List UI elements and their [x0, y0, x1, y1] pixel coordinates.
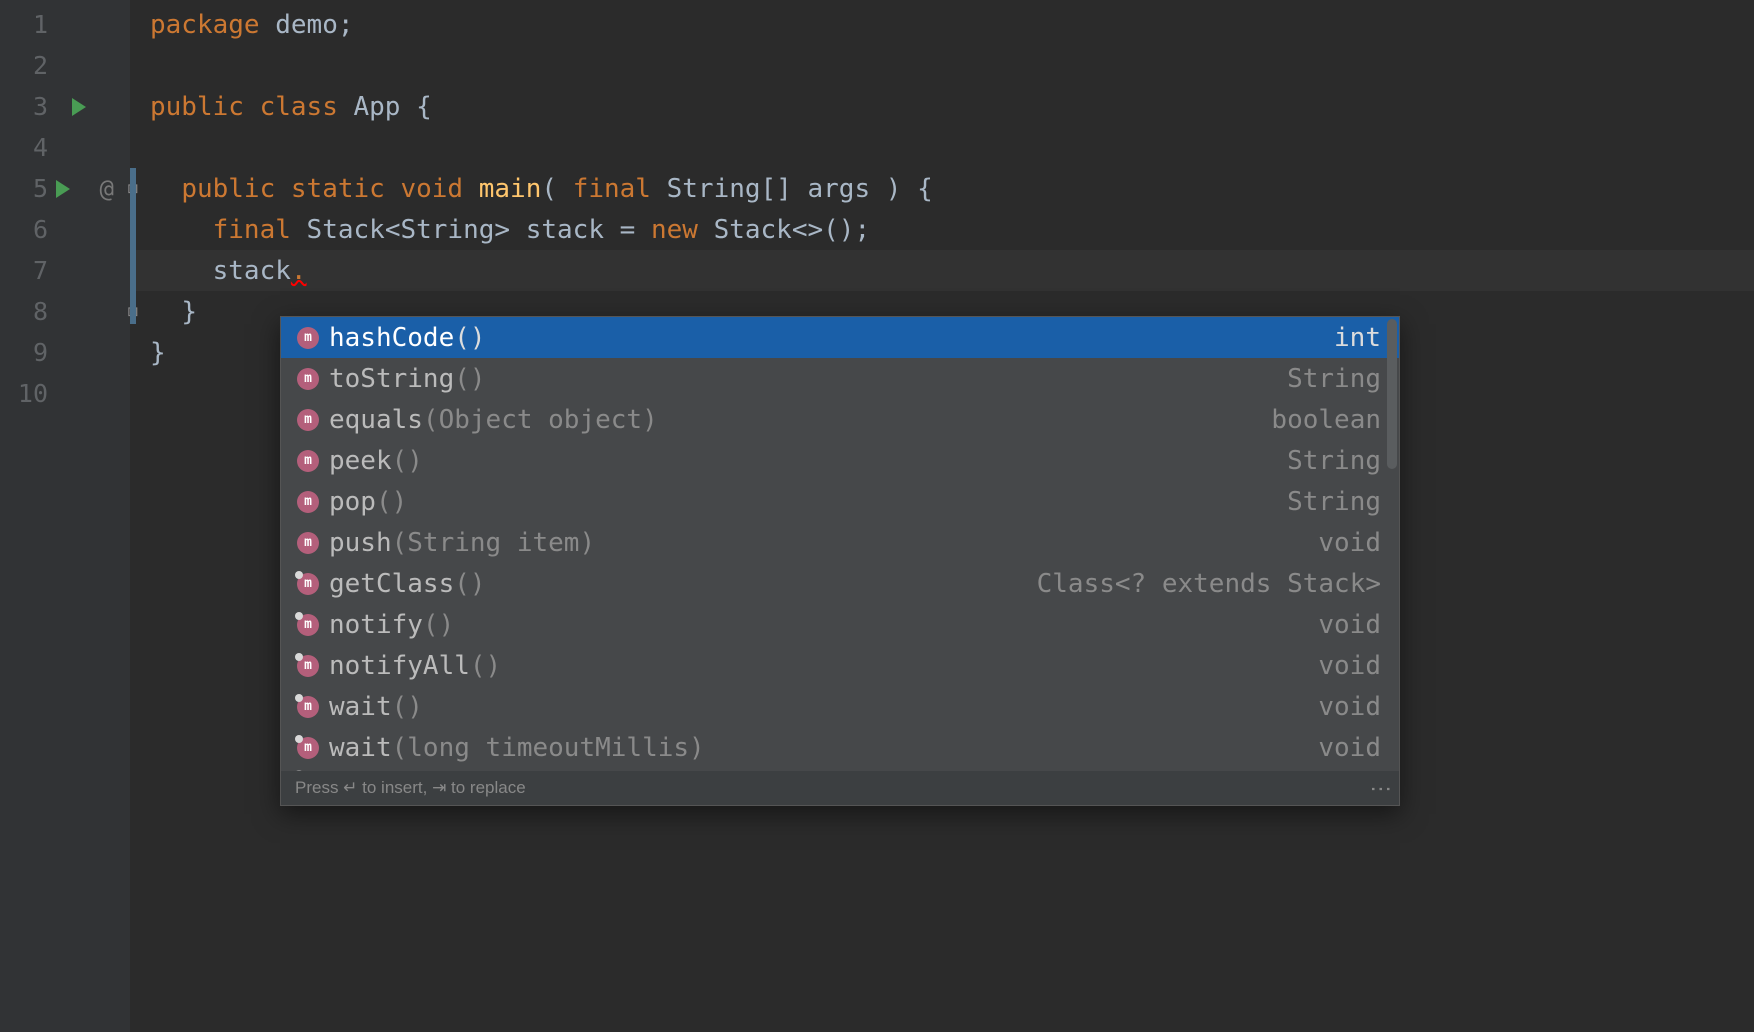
- gutter-line-10[interactable]: 10: [0, 373, 130, 414]
- completion-name: wait: [329, 768, 392, 771]
- method-icon: m: [297, 614, 319, 636]
- completion-item[interactable]: mnotify() void: [281, 604, 1399, 645]
- completion-params: (): [470, 651, 501, 681]
- completion-item[interactable]: mwait(long timeoutMillis, int nanos)void: [281, 768, 1399, 771]
- completion-params: (): [376, 487, 407, 517]
- completion-item[interactable]: m getClass() Class<? extends Stack>: [281, 563, 1399, 604]
- gutter-line-5[interactable]: 5 @ ⊟: [0, 168, 130, 209]
- code-line-1[interactable]: package demo;: [150, 4, 1754, 45]
- completion-params: (): [392, 446, 423, 476]
- completion-params: (Object object): [423, 405, 658, 435]
- completion-params: (): [454, 323, 485, 353]
- completion-return-type: void: [1318, 610, 1381, 640]
- completion-name: notifyAll: [329, 651, 470, 681]
- completion-params: (): [423, 610, 454, 640]
- completion-name: wait: [329, 692, 392, 722]
- code-line-3[interactable]: public class App {: [150, 86, 1754, 127]
- completion-return-type: String: [1287, 487, 1381, 517]
- gutter-line-9[interactable]: 9: [0, 332, 130, 373]
- method-icon: m: [297, 737, 319, 759]
- method-icon: m: [297, 368, 319, 390]
- run-icon[interactable]: [72, 98, 86, 116]
- method-icon: m: [297, 532, 319, 554]
- gutter-line-3[interactable]: 3: [0, 86, 130, 127]
- completion-hint: Press ↵ to insert, ⇥ to replace: [295, 778, 526, 798]
- completion-return-type: boolean: [1271, 405, 1381, 435]
- completion-return-type: int: [1334, 323, 1381, 353]
- method-icon: m: [297, 491, 319, 513]
- more-icon[interactable]: ⋮: [1376, 778, 1385, 799]
- gutter-line-8[interactable]: 8 ⊟: [0, 291, 130, 332]
- completion-item[interactable]: mpeek() String: [281, 440, 1399, 481]
- completion-return-type: void: [1318, 651, 1381, 681]
- method-icon: m: [297, 327, 319, 349]
- completion-return-type: String: [1287, 364, 1381, 394]
- override-icon[interactable]: @: [100, 175, 114, 203]
- completion-name: hashCode: [329, 323, 454, 353]
- completion-item[interactable]: mequals(Object object) boolean: [281, 399, 1399, 440]
- scrollbar[interactable]: [1387, 319, 1397, 469]
- completion-params: (String item): [392, 528, 596, 558]
- completion-params: (): [392, 692, 423, 722]
- gutter-line-4[interactable]: 4: [0, 127, 130, 168]
- completion-item[interactable]: mpop() String: [281, 481, 1399, 522]
- completion-return-type: Class<? extends Stack>: [1037, 569, 1381, 599]
- method-icon: m: [297, 696, 319, 718]
- completion-params: (): [454, 364, 485, 394]
- method-icon: m: [297, 450, 319, 472]
- completion-name: notify: [329, 610, 423, 640]
- completion-params: (long timeoutMillis, int nanos): [392, 768, 877, 771]
- method-icon: m: [297, 655, 319, 677]
- code-line-7[interactable]: stack.: [130, 250, 1754, 291]
- completion-item[interactable]: mwait() void: [281, 686, 1399, 727]
- completion-item[interactable]: m hashCode() int: [281, 317, 1399, 358]
- gutter: 1 2 3 4 5 @ ⊟ 6 7 8 ⊟ 9 10: [0, 0, 130, 1032]
- completion-return-type: void: [1318, 528, 1381, 558]
- completion-return-type: void: [1318, 768, 1381, 771]
- completion-name: toString: [329, 364, 454, 394]
- code-line-4[interactable]: [150, 127, 1754, 168]
- code-line-2[interactable]: [150, 45, 1754, 86]
- method-icon: m: [297, 573, 319, 595]
- completion-params: (): [454, 569, 485, 599]
- completion-name: getClass: [329, 569, 454, 599]
- completion-item[interactable]: m toString() String: [281, 358, 1399, 399]
- completion-name: pop: [329, 487, 376, 517]
- gutter-line-2[interactable]: 2: [0, 45, 130, 86]
- gutter-line-1[interactable]: 1: [0, 4, 130, 45]
- completion-return-type: void: [1318, 692, 1381, 722]
- gutter-line-7[interactable]: 7: [0, 250, 130, 291]
- completion-item[interactable]: m notifyAll() void: [281, 645, 1399, 686]
- completion-item[interactable]: mpush(String item) void: [281, 522, 1399, 563]
- completion-list[interactable]: mhashCode()intmtoString()Stringmequals(O…: [281, 317, 1399, 771]
- completion-return-type: String: [1287, 446, 1381, 476]
- code-line-6[interactable]: final Stack<String> stack = new Stack<>(…: [150, 209, 1754, 250]
- method-icon: m: [297, 409, 319, 431]
- completion-params: (long timeoutMillis): [392, 733, 705, 763]
- completion-name: wait: [329, 733, 392, 763]
- completion-name: peek: [329, 446, 392, 476]
- completion-name: push: [329, 528, 392, 558]
- gutter-line-6[interactable]: 6: [0, 209, 130, 250]
- completion-footer: Press ↵ to insert, ⇥ to replace ⋮: [281, 771, 1399, 805]
- error-squiggle: .: [291, 256, 307, 286]
- code-line-5[interactable]: public static void main( final String[] …: [150, 168, 1754, 209]
- completion-item[interactable]: mwait(long timeoutMillis)void: [281, 727, 1399, 768]
- completion-name: equals: [329, 405, 423, 435]
- completion-return-type: void: [1318, 733, 1381, 763]
- edit-strip: [130, 168, 136, 324]
- run-icon[interactable]: [56, 180, 70, 198]
- completion-popup: mhashCode()intmtoString()Stringmequals(O…: [280, 316, 1400, 806]
